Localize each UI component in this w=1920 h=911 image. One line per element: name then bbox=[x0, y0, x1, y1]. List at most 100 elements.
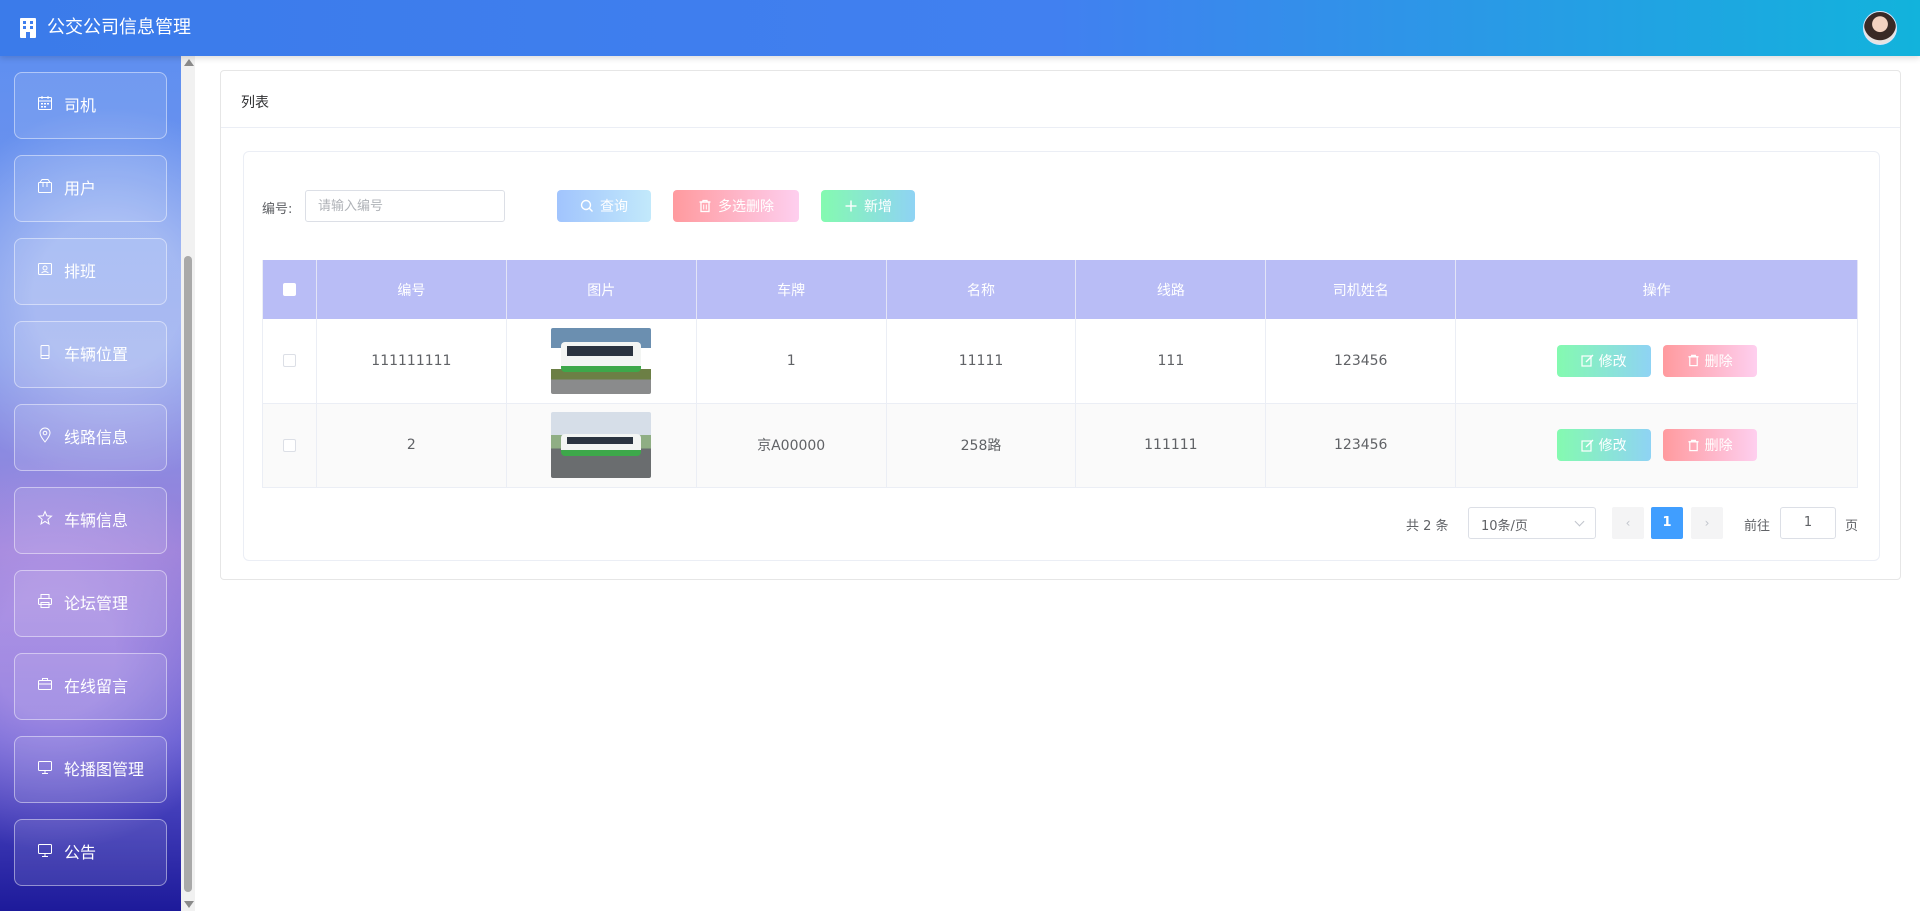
edit-icon bbox=[1580, 354, 1594, 367]
cell-route: 111111 bbox=[1075, 403, 1267, 488]
panel-title: 列表 bbox=[241, 95, 269, 111]
trash-icon bbox=[699, 199, 711, 213]
add-button-label: 新增 bbox=[864, 199, 892, 215]
goto-page-input[interactable]: 1 bbox=[1780, 507, 1836, 539]
top-header: 公交公司信息管理 bbox=[0, 0, 1920, 56]
scroll-down-arrow-icon[interactable] bbox=[184, 901, 194, 908]
calendar-icon bbox=[38, 96, 52, 110]
column-header: 操作 bbox=[1455, 260, 1858, 319]
sidebar-item-route-info[interactable]: 线路信息 bbox=[14, 404, 167, 471]
add-button[interactable]: 新增 bbox=[821, 190, 915, 222]
edit-button[interactable]: 修改 bbox=[1556, 429, 1651, 461]
monitor-icon bbox=[38, 844, 52, 857]
trash-icon bbox=[1687, 355, 1699, 367]
printer-icon bbox=[38, 594, 52, 608]
trash-icon bbox=[1687, 439, 1699, 451]
sidebar-item-vehicle-info[interactable]: 车辆信息 bbox=[14, 487, 167, 554]
sidebar-item-forum[interactable]: 论坛管理 bbox=[14, 570, 167, 637]
id-card-icon bbox=[38, 263, 52, 275]
building-icon bbox=[20, 18, 36, 38]
sidebar-item-label: 公告 bbox=[64, 843, 97, 862]
column-header: 车牌 bbox=[696, 260, 887, 319]
page-suffix: 页 bbox=[1845, 519, 1859, 534]
row-checkbox[interactable] bbox=[282, 354, 296, 368]
user-avatar[interactable] bbox=[1863, 11, 1897, 45]
column-header: 图片 bbox=[506, 260, 697, 319]
edit-button-label: 修改 bbox=[1598, 438, 1627, 454]
multi-delete-button[interactable]: 多选删除 bbox=[673, 190, 799, 222]
query-button[interactable]: 查询 bbox=[557, 190, 651, 222]
bus-image[interactable] bbox=[551, 412, 652, 478]
panel-header: 列表 bbox=[221, 71, 1900, 128]
sidebar-item-label: 司机 bbox=[64, 96, 97, 115]
sidebar-item-schedule[interactable]: 排班 bbox=[14, 238, 167, 305]
cell-id: 2 bbox=[316, 403, 507, 488]
sidebar-scrollbar[interactable] bbox=[181, 56, 195, 911]
page-size-value: 10条/页 bbox=[1481, 519, 1528, 534]
sidebar-item-label: 车辆信息 bbox=[64, 511, 129, 530]
delete-button[interactable]: 删除 bbox=[1662, 344, 1757, 377]
sidebar-item-label: 论坛管理 bbox=[64, 594, 129, 613]
cell-actions: 修改 删除 bbox=[1455, 403, 1858, 488]
multi-delete-button-label: 多选删除 bbox=[718, 199, 774, 215]
sidebar-item-driver[interactable]: 司机 bbox=[14, 72, 167, 139]
sidebar-item-carousel[interactable]: 轮播图管理 bbox=[14, 736, 167, 803]
sidebar-item-label: 排班 bbox=[64, 262, 97, 281]
row-checkbox[interactable] bbox=[282, 438, 296, 452]
delete-button[interactable]: 删除 bbox=[1662, 429, 1757, 461]
column-header: 名称 bbox=[886, 260, 1077, 319]
page-number-current[interactable]: 1 bbox=[1651, 507, 1683, 539]
cell-name: 11111 bbox=[886, 319, 1077, 404]
search-label: 编号: bbox=[262, 202, 293, 217]
monitor-icon bbox=[38, 761, 52, 774]
sidebar-item-vehicle-location[interactable]: 车辆位置 bbox=[14, 321, 167, 388]
cell-plate: 1 bbox=[696, 319, 887, 404]
next-page-button[interactable]: › bbox=[1691, 507, 1723, 539]
sidebar-item-user[interactable]: 用户 bbox=[14, 155, 167, 222]
cell-image bbox=[506, 319, 697, 404]
cell-driver: 123456 bbox=[1265, 319, 1457, 404]
pin-icon bbox=[39, 427, 51, 443]
cell-driver: 123456 bbox=[1265, 403, 1457, 488]
sidebar-item-label: 用户 bbox=[64, 179, 97, 198]
delete-button-label: 删除 bbox=[1704, 438, 1733, 454]
star-icon bbox=[37, 510, 53, 525]
sidebar-item-message[interactable]: 在线留言 bbox=[14, 653, 167, 720]
goto-label: 前往 bbox=[1744, 519, 1771, 534]
cell-image bbox=[506, 403, 697, 488]
page-size-select[interactable]: 10条/页 bbox=[1468, 507, 1596, 539]
edit-button[interactable]: 修改 bbox=[1556, 344, 1651, 377]
cell-plate: 京A00000 bbox=[696, 403, 887, 488]
query-button-label: 查询 bbox=[600, 199, 628, 215]
delete-button-label: 删除 bbox=[1704, 353, 1733, 370]
briefcase-icon bbox=[38, 678, 52, 690]
table-header-row: 编号 图片 车牌 名称 线路 司机姓名 操作 bbox=[262, 260, 1858, 319]
sidebar-item-label: 车辆位置 bbox=[64, 345, 129, 364]
cell-route: 111 bbox=[1075, 319, 1267, 404]
prev-page-button[interactable]: ‹ bbox=[1612, 507, 1644, 539]
sidebar-item-label: 在线留言 bbox=[64, 677, 129, 696]
cell-id: 111111111 bbox=[316, 319, 507, 404]
search-input[interactable] bbox=[305, 190, 505, 222]
search-icon bbox=[580, 199, 593, 212]
chevron-down-icon bbox=[1574, 516, 1585, 527]
column-header: 司机姓名 bbox=[1265, 260, 1457, 319]
row-select-cell[interactable] bbox=[262, 319, 317, 404]
select-all-cell[interactable] bbox=[262, 260, 317, 319]
plus-icon bbox=[845, 200, 857, 212]
edit-icon bbox=[1580, 439, 1594, 452]
edit-button-label: 修改 bbox=[1598, 353, 1627, 370]
sidebar-item-notice[interactable]: 公告 bbox=[14, 819, 167, 886]
pagination-total: 共 2 条 bbox=[1406, 519, 1449, 534]
data-table: 编号 图片 车牌 名称 线路 司机姓名 操作 111111111 1 11111… bbox=[262, 260, 1858, 488]
select-all-checkbox[interactable] bbox=[282, 283, 296, 296]
scrollbar-thumb[interactable] bbox=[184, 256, 192, 892]
bus-image[interactable] bbox=[551, 327, 652, 394]
table-row: 2 京A00000 258路 111111 123456 修改 删除 bbox=[262, 403, 1858, 488]
box-icon bbox=[38, 179, 52, 193]
app-title: 公交公司信息管理 bbox=[47, 17, 191, 38]
sidebar-item-label: 轮播图管理 bbox=[64, 760, 145, 779]
sidebar-item-label: 线路信息 bbox=[64, 428, 129, 447]
row-select-cell[interactable] bbox=[262, 403, 317, 488]
scroll-up-arrow-icon[interactable] bbox=[184, 59, 194, 66]
